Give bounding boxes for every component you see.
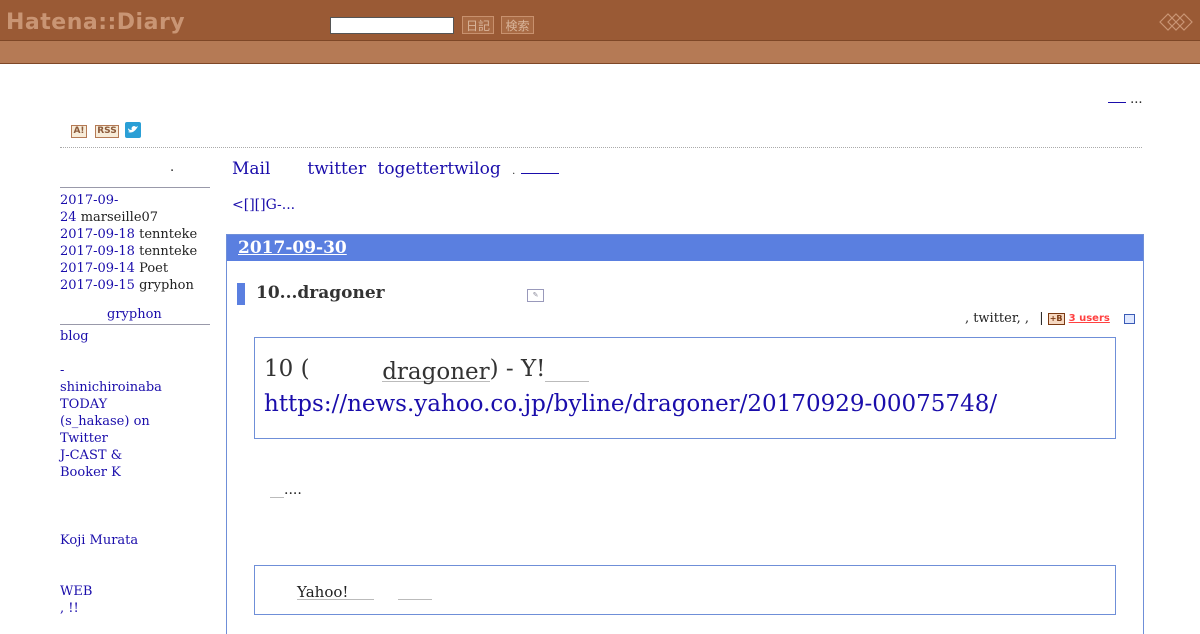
day-header: 2017-09-30 [227, 235, 1143, 261]
recent-item: 2017-09-18 tennteke [60, 244, 197, 259]
sidebar-link[interactable]: shinichiroinaba [60, 380, 215, 395]
twitter-link[interactable]: twitter [307, 159, 366, 179]
sidebar-link-item: WEB [60, 584, 107, 599]
sidebar-link[interactable]: blog [60, 329, 89, 344]
site-logo[interactable]: Hatena::Diary [6, 10, 185, 35]
recent-item: 2017-09-18 tennteke [60, 227, 197, 242]
day-date-link[interactable]: 2017-09-30 [238, 238, 347, 258]
sidebar-link-item: TODAY [60, 397, 107, 412]
top-link[interactable] [1108, 90, 1126, 103]
nav-link[interactable] [520, 157, 559, 174]
prev-link-row: <[][]G-... [232, 197, 352, 213]
sidebar-link[interactable]: Koji Murata [60, 533, 153, 548]
header-subbar [0, 40, 1200, 64]
recent-date-link[interactable]: 2017-09- [60, 193, 118, 208]
sidebar-link[interactable]: WEB [60, 584, 107, 599]
section-marker [237, 283, 245, 305]
section-links-text[interactable]: , twitter, , [965, 311, 1029, 326]
recent-date-link[interactable]: 24 [60, 210, 77, 225]
section-links: , twitter, , | +B 3 users [965, 311, 1135, 326]
header-divider [60, 147, 1142, 148]
body-text: .... [270, 482, 302, 498]
comment-icon[interactable] [1124, 313, 1135, 324]
recent-user: gryphon [139, 278, 194, 293]
recent-user: tennteke [139, 244, 198, 259]
rss-icon[interactable]: RSS [95, 125, 119, 138]
top-link-dots: ... [1130, 92, 1143, 107]
recent-user: marseille07 [80, 210, 159, 225]
search-input[interactable] [330, 17, 454, 34]
diary-button[interactable]: 日記 [462, 16, 494, 34]
mail-link[interactable]: Mail [232, 159, 296, 179]
sidebar-link[interactable]: J-CAST & [60, 448, 191, 463]
sidebar-link-item: J-CAST & [60, 448, 191, 463]
quote-url-link[interactable]: https://news.yahoo.co.jp/byline/dragoner… [264, 391, 997, 417]
header-bar: Hatena::Diary 日記 検索 [0, 0, 1200, 40]
recent-item: 2017-09-15 gryphon [60, 278, 194, 293]
quote-box-2: Yahoo! [254, 565, 1116, 615]
recent-date-link[interactable]: 2017-09-15 [60, 278, 135, 293]
hatena-bookmark-icon[interactable]: +B [1047, 312, 1065, 325]
sidebar-link-item [60, 499, 90, 517]
sidebar-link[interactable]: TODAY [60, 397, 107, 412]
sidebar-link[interactable]: Twitter [60, 431, 108, 446]
sidebar-link-item: Twitter [60, 431, 108, 446]
profile-name: gryphon [107, 307, 162, 322]
quote-author: dragoner [382, 359, 490, 385]
sidebar-link-item [60, 482, 184, 500]
sidebar-link-item: - [60, 363, 138, 378]
prev-day-link[interactable]: <[][]G-... [232, 197, 352, 213]
edit-icon[interactable]: ✎ [527, 289, 544, 302]
recent-user: Poet [139, 261, 169, 276]
sidebar-link[interactable]: (s_hakase) on [60, 414, 192, 429]
sidebar-link-item: , !! [60, 601, 117, 616]
search-button[interactable]: 検索 [501, 16, 534, 34]
recent-user: tennteke [139, 227, 198, 242]
sidebar-link[interactable] [60, 499, 90, 513]
togetter-link[interactable]: togettertwilog [377, 159, 500, 179]
twitter-icon[interactable] [125, 122, 141, 138]
quote-title: 10 ( dragoner) - Y! [264, 356, 590, 385]
quote-box-2-text: Yahoo! [297, 582, 432, 601]
day-entry: 2017-09-30 10...dragoner ✎ , twitter, , … [226, 234, 1144, 634]
sidebar-divider [60, 187, 210, 188]
quote-box: 10 ( dragoner) - Y! https://news.yahoo.c… [254, 337, 1116, 439]
sidebar-link[interactable]: , !! [60, 601, 117, 616]
sidebar-link-item: blog [60, 329, 89, 344]
recent-item: 24 marseille07 [60, 210, 158, 225]
recent-date-link[interactable]: 2017-09-18 [60, 244, 135, 259]
sidebar-link-item: Booker K [60, 465, 187, 480]
profile-link[interactable]: gryphon [107, 307, 162, 322]
main-nav: Mail twitter togettertwilog . [232, 157, 565, 179]
antenna-icon[interactable]: A! [71, 125, 87, 138]
sidebar-heading: . [170, 160, 175, 175]
recent-item: 2017-09-14 Poet [60, 261, 168, 276]
sidebar-link-item: Koji Murata [60, 533, 153, 548]
sidebar-link-item: shinichiroinaba [60, 380, 215, 395]
bookmark-users-count[interactable]: 3 users [1069, 313, 1110, 324]
recent-date-link[interactable]: 2017-09-18 [60, 227, 135, 242]
recent-date-link[interactable]: 2017-09-14 [60, 261, 135, 276]
recent-item: 2017-09- [60, 193, 118, 208]
nav-dot: . [512, 166, 516, 177]
sidebar-link[interactable]: Booker K [60, 465, 187, 480]
sidebar-link[interactable] [60, 482, 184, 496]
hatena-logo-icon [1159, 13, 1193, 31]
sidebar-divider [60, 324, 210, 325]
sidebar-link-item: (s_hakase) on [60, 414, 192, 429]
top-right-links: ... [1108, 90, 1143, 107]
sidebar-link[interactable]: - [60, 363, 138, 378]
section-title[interactable]: 10...dragoner [256, 283, 385, 303]
